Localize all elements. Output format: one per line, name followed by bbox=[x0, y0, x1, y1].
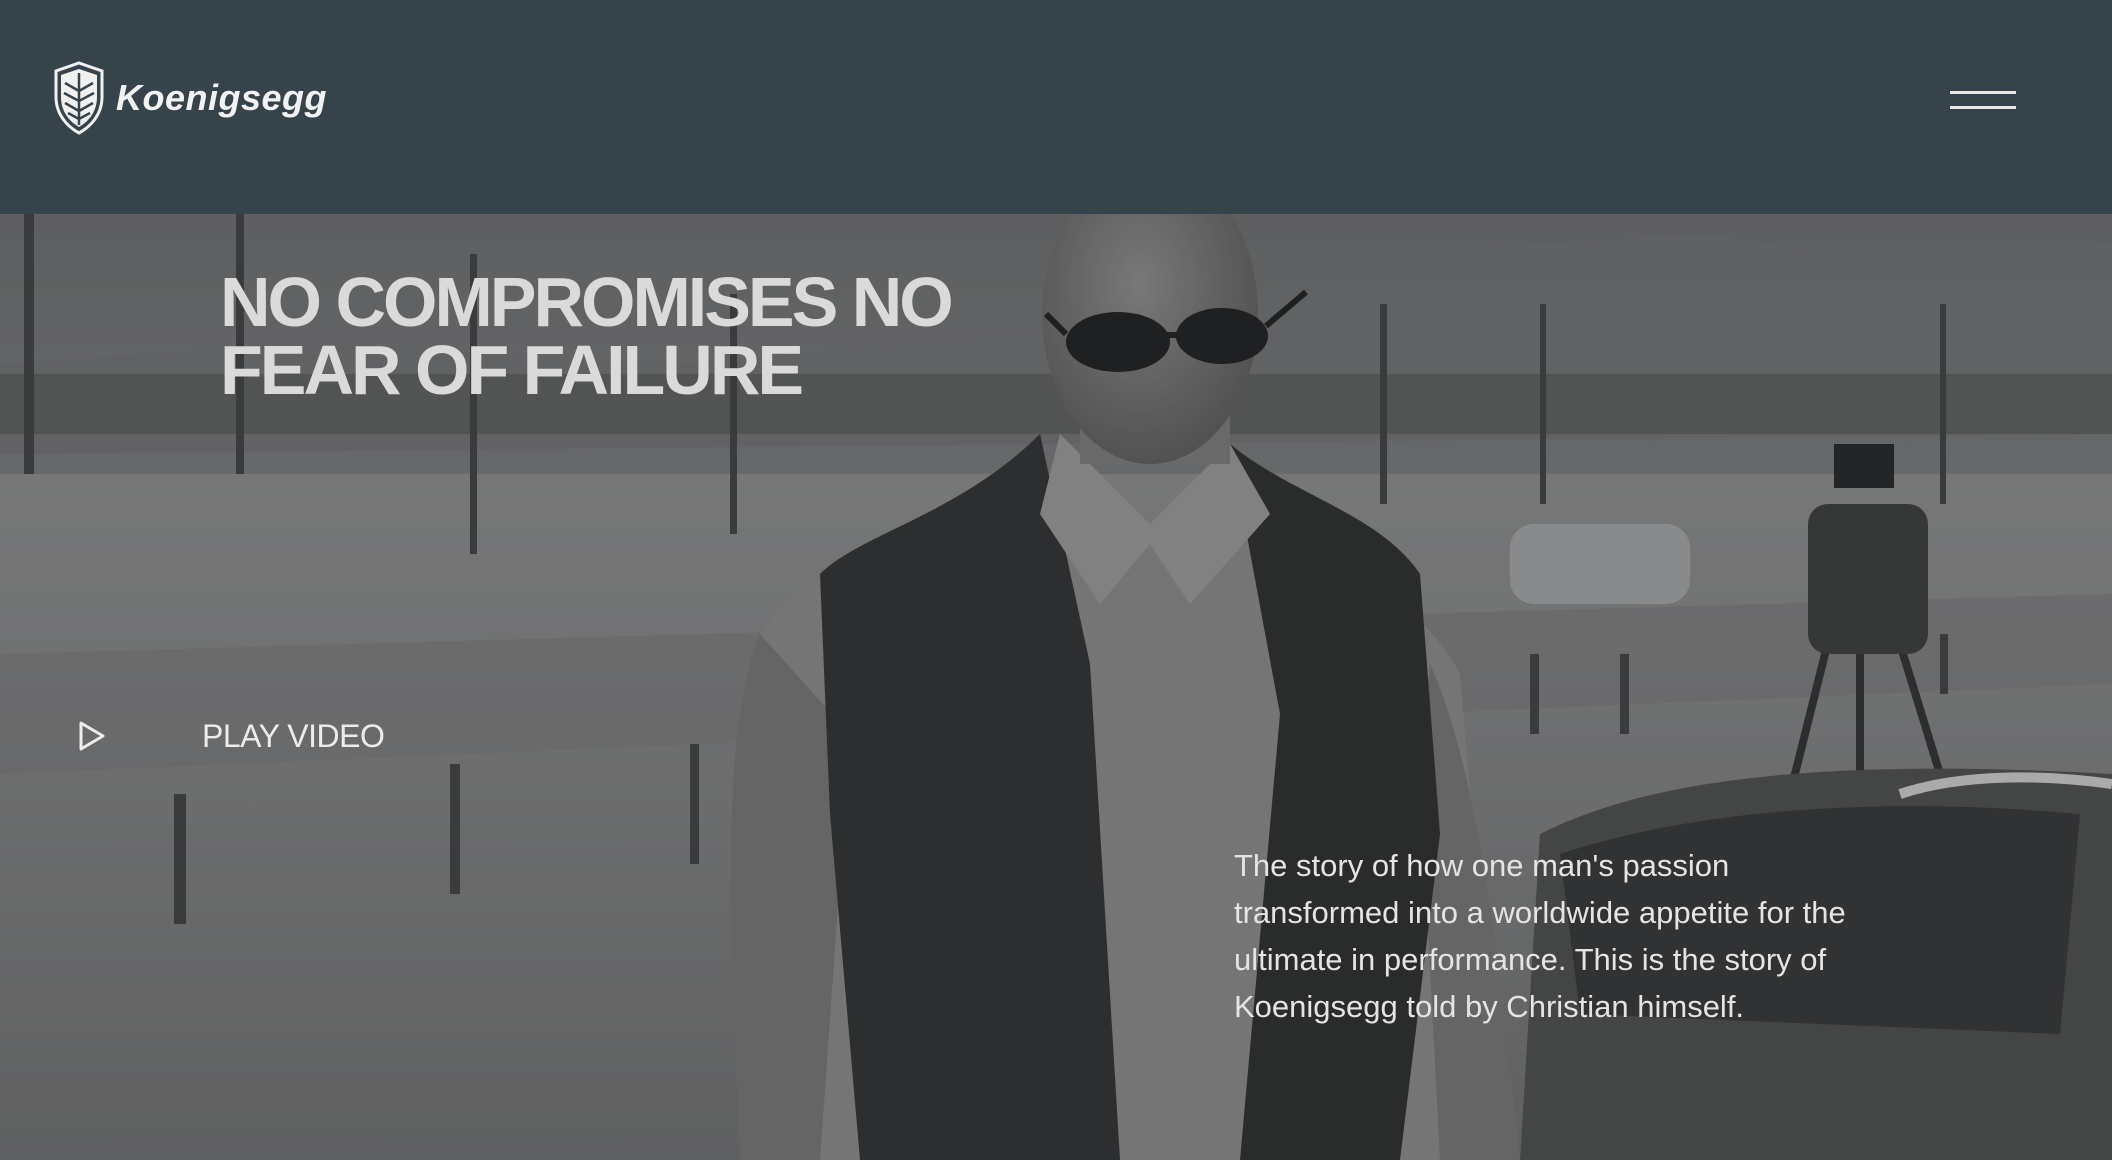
play-video-label: PLAY VIDEO bbox=[202, 717, 385, 754]
home-logo-link[interactable]: Koenigsegg bbox=[52, 60, 327, 136]
menu-bar-top bbox=[1950, 91, 2016, 94]
hero-section: NO COMPROMISES NO FEAR OF FAILURE PLAY V… bbox=[0, 214, 2112, 1160]
play-icon bbox=[79, 721, 105, 751]
logo-wordmark: Koenigsegg bbox=[116, 77, 328, 118]
hero-headline: NO COMPROMISES NO FEAR OF FAILURE bbox=[220, 263, 954, 409]
story-description: The story of how one man's passion trans… bbox=[1234, 848, 1846, 1024]
menu-bar-bottom bbox=[1950, 106, 2016, 109]
site-header: Koenigsegg bbox=[0, 0, 2112, 214]
play-video-button[interactable]: PLAY VIDEO bbox=[74, 714, 385, 758]
hamburger-menu-button[interactable] bbox=[1950, 84, 2018, 116]
koenigsegg-shield-icon bbox=[54, 61, 104, 135]
